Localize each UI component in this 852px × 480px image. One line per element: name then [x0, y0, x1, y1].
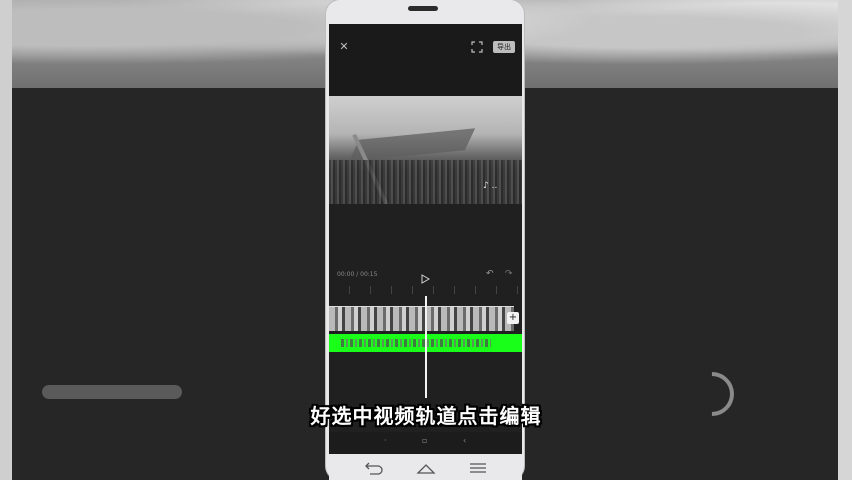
- toolbar-dot-3[interactable]: ‹: [463, 436, 466, 445]
- export-button[interactable]: 导出: [493, 41, 515, 53]
- background-blur-text: [42, 385, 182, 399]
- video-track[interactable]: [329, 306, 514, 331]
- android-nav-bar: [329, 454, 522, 480]
- undo-icon[interactable]: ↶: [486, 269, 496, 279]
- home-icon[interactable]: [415, 460, 437, 474]
- video-editor-screen: ✕ 导出 ♪ .. 00:00 / 00:15 ↶ ↷ + · ▫ ‹: [329, 24, 522, 454]
- menu-icon[interactable]: [467, 460, 489, 474]
- editor-top-bar: ✕ 导出: [329, 24, 522, 96]
- close-icon[interactable]: ✕: [337, 40, 351, 54]
- play-icon[interactable]: [420, 269, 431, 284]
- preview-watermark: ♪ ..: [483, 181, 498, 191]
- plus-icon[interactable]: +: [507, 312, 519, 324]
- fullscreen-icon[interactable]: [471, 41, 483, 53]
- redo-icon[interactable]: ↷: [505, 269, 515, 279]
- audio-waveform: [341, 339, 491, 347]
- toolbar-dot-1[interactable]: ·: [384, 436, 387, 445]
- timeline-ruler: [329, 286, 522, 294]
- preview-content: [348, 128, 476, 162]
- bottom-toolbar: · ▫ ‹: [329, 432, 522, 454]
- video-subtitle: 好选中视频轨道点击编辑: [310, 404, 542, 428]
- playhead[interactable]: [425, 296, 427, 398]
- time-readout: 00:00 / 00:15: [337, 271, 378, 278]
- video-preview: ♪ ..: [329, 96, 522, 204]
- back-icon[interactable]: [362, 460, 384, 475]
- toolbar-dot-2[interactable]: ▫: [422, 436, 427, 445]
- phone-speaker: [408, 6, 438, 11]
